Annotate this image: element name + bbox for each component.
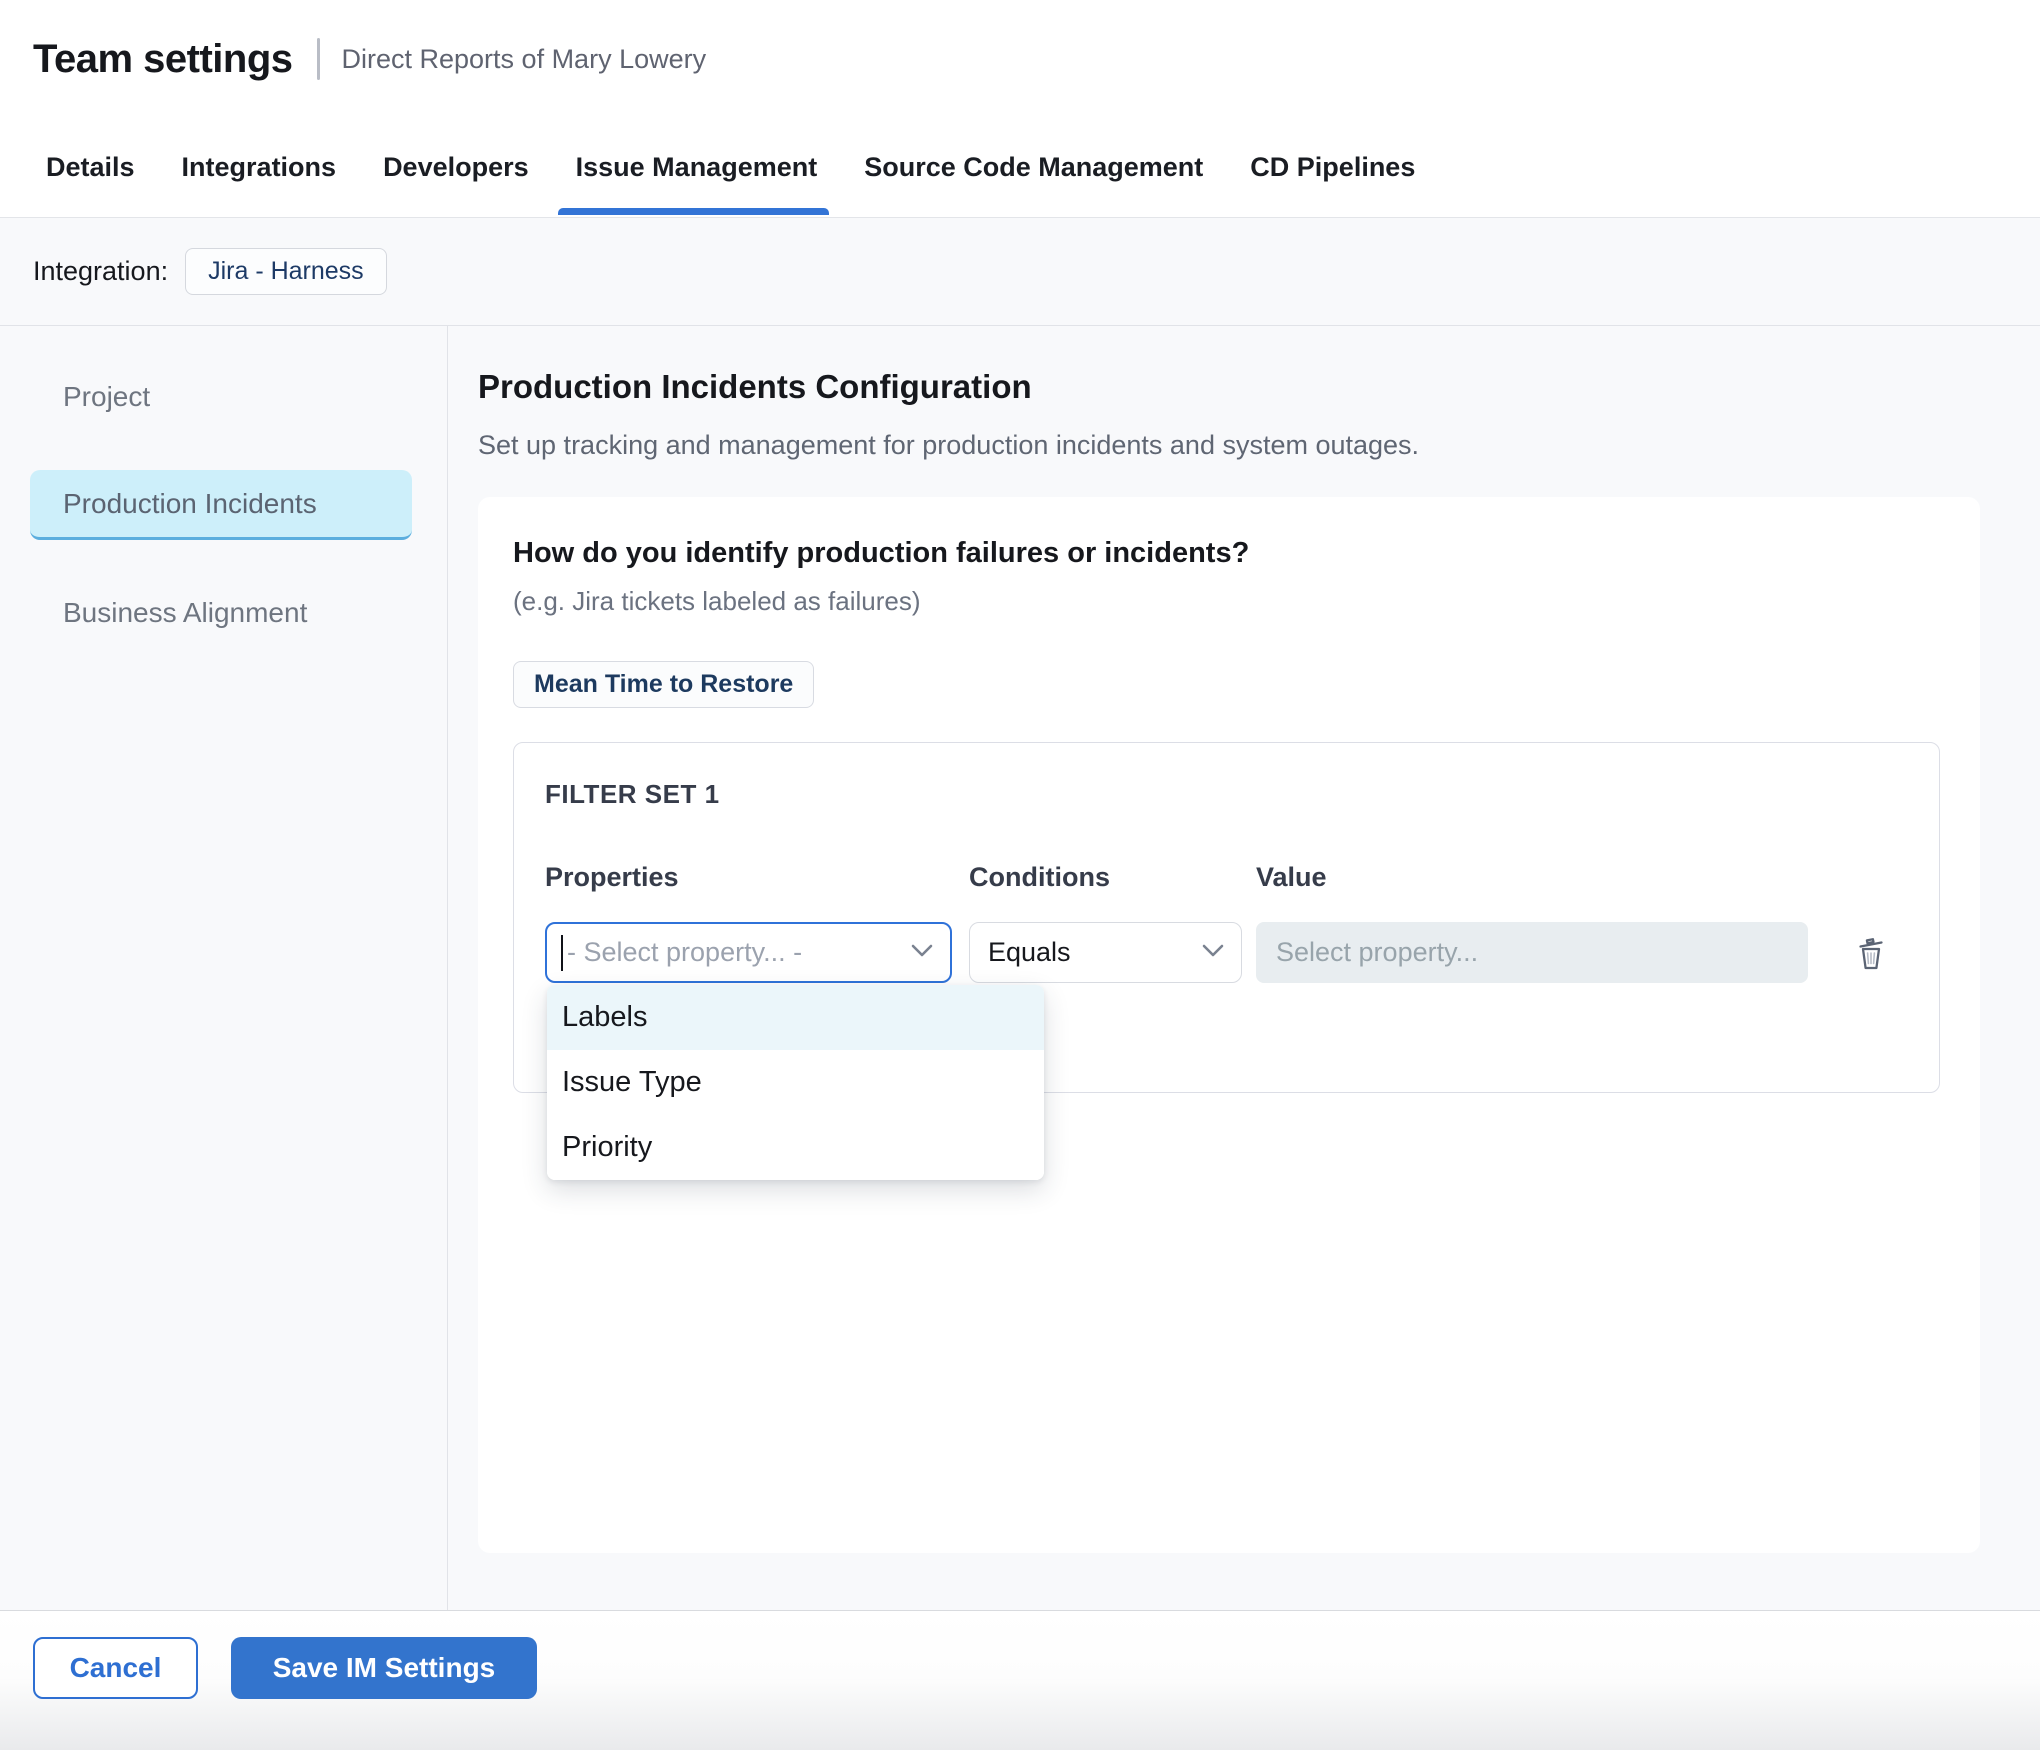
sidebar-item-business-alignment[interactable]: Business Alignment: [30, 578, 412, 648]
chevron-down-icon: [1201, 943, 1225, 963]
integration-row: Integration: Jira - Harness: [0, 218, 2040, 326]
integration-label: Integration:: [33, 256, 168, 287]
settings-sidebar: Project Production Incidents Business Al…: [0, 326, 448, 1610]
tab-integrations[interactable]: Integrations: [182, 118, 337, 217]
content-area: Project Production Incidents Business Al…: [0, 326, 2040, 1610]
dropdown-option-issue-type[interactable]: Issue Type: [547, 1050, 1044, 1115]
incidents-config-card: How do you identify production failures …: [478, 497, 1980, 1553]
conditions-column-label: Conditions: [969, 862, 1242, 893]
property-select-placeholder: - Select property... -: [567, 937, 802, 968]
value-column-label: Value: [1256, 862, 1808, 893]
mean-time-to-restore-chip[interactable]: Mean Time to Restore: [513, 661, 814, 708]
dropdown-option-priority[interactable]: Priority: [547, 1115, 1044, 1180]
condition-select-value: Equals: [988, 937, 1071, 968]
filter-set-card: FILTER SET 1 Properties Conditions Value…: [513, 742, 1940, 1093]
sidebar-item-production-incidents[interactable]: Production Incidents: [30, 470, 412, 540]
properties-column-label: Properties: [545, 862, 952, 893]
save-im-settings-button[interactable]: Save IM Settings: [231, 1637, 537, 1699]
trash-icon: [1854, 961, 1888, 976]
integration-chip-jira-harness[interactable]: Jira - Harness: [185, 248, 387, 295]
question-hint: (e.g. Jira tickets labeled as failures): [513, 586, 1945, 617]
question-heading: How do you identify production failures …: [513, 537, 1945, 570]
chevron-down-icon: [910, 943, 934, 963]
delete-filter-button[interactable]: [1854, 935, 1888, 976]
filter-column-headers: Properties Conditions Value: [545, 862, 1909, 893]
tab-cd-pipelines[interactable]: CD Pipelines: [1250, 118, 1415, 217]
section-title: Production Incidents Configuration: [478, 368, 2040, 406]
filter-set-title: FILTER SET 1: [545, 779, 1909, 810]
tab-details[interactable]: Details: [46, 118, 135, 217]
cancel-button[interactable]: Cancel: [33, 1637, 198, 1699]
sidebar-item-project[interactable]: Project: [30, 362, 412, 432]
tab-developers[interactable]: Developers: [383, 118, 529, 217]
footer-action-bar: Cancel Save IM Settings: [0, 1610, 2040, 1750]
condition-select[interactable]: Equals: [969, 922, 1242, 983]
text-cursor: [561, 935, 563, 971]
team-name-subtitle: Direct Reports of Mary Lowery: [342, 44, 707, 75]
title-divider: [317, 38, 320, 80]
page-title: Team settings: [33, 37, 293, 82]
tab-source-code-management[interactable]: Source Code Management: [864, 118, 1203, 217]
settings-tab-bar: Details Integrations Developers Issue Ma…: [0, 118, 2040, 218]
section-subtitle: Set up tracking and management for produ…: [478, 430, 2040, 461]
dropdown-option-labels[interactable]: Labels: [547, 985, 1044, 1050]
value-input[interactable]: [1256, 922, 1808, 983]
property-select[interactable]: - Select property... - Labels Issue Type…: [545, 922, 952, 983]
app-header: Team settings Direct Reports of Mary Low…: [0, 0, 2040, 118]
tab-issue-management[interactable]: Issue Management: [576, 118, 818, 217]
property-dropdown-menu: Labels Issue Type Priority: [547, 985, 1044, 1180]
main-panel: Production Incidents Configuration Set u…: [448, 326, 2040, 1610]
filter-controls-row: - Select property... - Labels Issue Type…: [545, 922, 1909, 983]
